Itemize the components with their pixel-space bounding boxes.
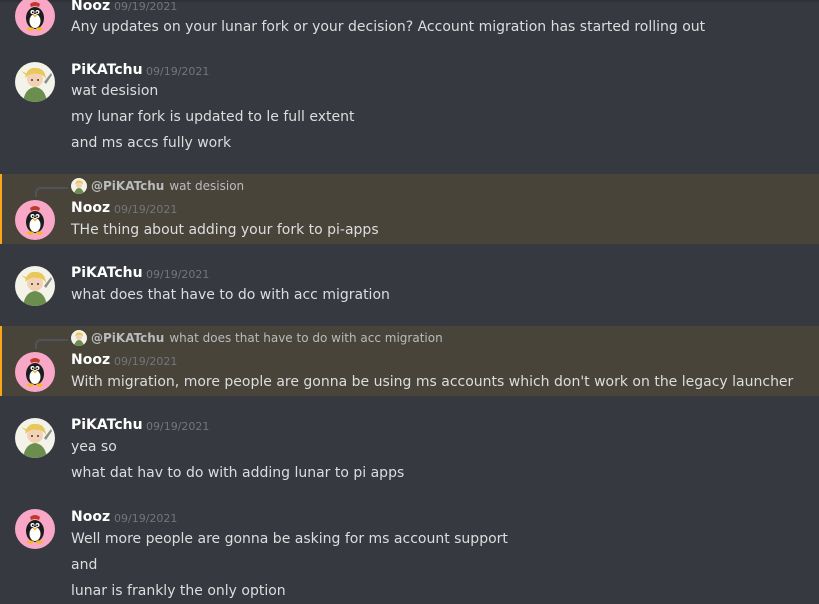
- anime-character-avatar-mini: [71, 330, 87, 346]
- message: PiKATchu 09/19/2021 what does that have …: [0, 252, 819, 318]
- message-author[interactable]: PiKATchu: [71, 417, 143, 433]
- message-author[interactable]: Nooz: [71, 352, 110, 368]
- message-author[interactable]: Nooz: [71, 0, 110, 14]
- message: PiKATchu 09/19/2021 wat desision my luna…: [0, 48, 819, 166]
- message: Nooz 09/19/2021 Any updates on your luna…: [0, 0, 819, 48]
- message-text: and ms accs fully work: [71, 135, 232, 151]
- message-timestamp: 09/19/2021: [114, 512, 178, 525]
- reply-author[interactable]: @PiKATchu: [91, 179, 164, 193]
- message-text: lunar is frankly the only option: [71, 583, 286, 599]
- message-author[interactable]: PiKATchu: [71, 62, 143, 78]
- tux-penguin-avatar[interactable]: [15, 200, 55, 240]
- anime-character-avatar[interactable]: [15, 418, 55, 458]
- message-timestamp: 09/19/2021: [146, 268, 210, 281]
- reply-reference[interactable]: @PiKATchu what does that have to do with…: [71, 330, 443, 346]
- reply-author[interactable]: @PiKATchu: [91, 331, 164, 345]
- tux-penguin-avatar[interactable]: [15, 0, 55, 36]
- message-timestamp: 09/19/2021: [114, 203, 178, 216]
- message-text: Well more people are gonna be asking for…: [71, 531, 508, 547]
- message-timestamp: 09/19/2021: [146, 65, 210, 78]
- reply-excerpt: wat desision: [169, 179, 245, 193]
- message: PiKATchu 09/19/2021 yea so what dat hav …: [0, 404, 819, 496]
- message-text: Any updates on your lunar fork or your d…: [71, 19, 706, 35]
- reply-excerpt: what does that have to do with acc migra…: [169, 331, 443, 345]
- message-timestamp: 09/19/2021: [114, 0, 178, 13]
- message-text: what does that have to do with acc migra…: [71, 287, 390, 303]
- message-mention-highlight: @PiKATchu wat desision Nooz 09/19/2021 T…: [0, 174, 819, 244]
- reply-spine: [35, 187, 68, 197]
- tux-penguin-avatar[interactable]: [15, 509, 55, 549]
- message-author[interactable]: PiKATchu: [71, 265, 143, 281]
- message-text: my lunar fork is updated to le full exte…: [71, 109, 355, 125]
- message-author[interactable]: Nooz: [71, 509, 110, 525]
- reply-spine: [35, 339, 68, 349]
- message-timestamp: 09/19/2021: [114, 355, 178, 368]
- message-text: and: [71, 557, 98, 573]
- anime-character-avatar[interactable]: [15, 62, 55, 102]
- message-text: With migration, more people are gonna be…: [71, 374, 794, 390]
- message-timestamp: 09/19/2021: [146, 420, 210, 433]
- anime-character-avatar-mini: [71, 178, 87, 194]
- tux-penguin-avatar[interactable]: [15, 352, 55, 392]
- message-text: yea so: [71, 439, 117, 455]
- message-text: wat desision: [71, 83, 159, 99]
- anime-character-avatar[interactable]: [15, 266, 55, 306]
- reply-reference[interactable]: @PiKATchu wat desision: [71, 178, 244, 194]
- message-author[interactable]: Nooz: [71, 200, 110, 216]
- message-mention-highlight: @PiKATchu what does that have to do with…: [0, 326, 819, 396]
- message-text: THe thing about adding your fork to pi-a…: [71, 222, 379, 238]
- message: Nooz 09/19/2021 Well more people are gon…: [0, 496, 819, 604]
- message-text: what dat hav to do with adding lunar to …: [71, 465, 405, 481]
